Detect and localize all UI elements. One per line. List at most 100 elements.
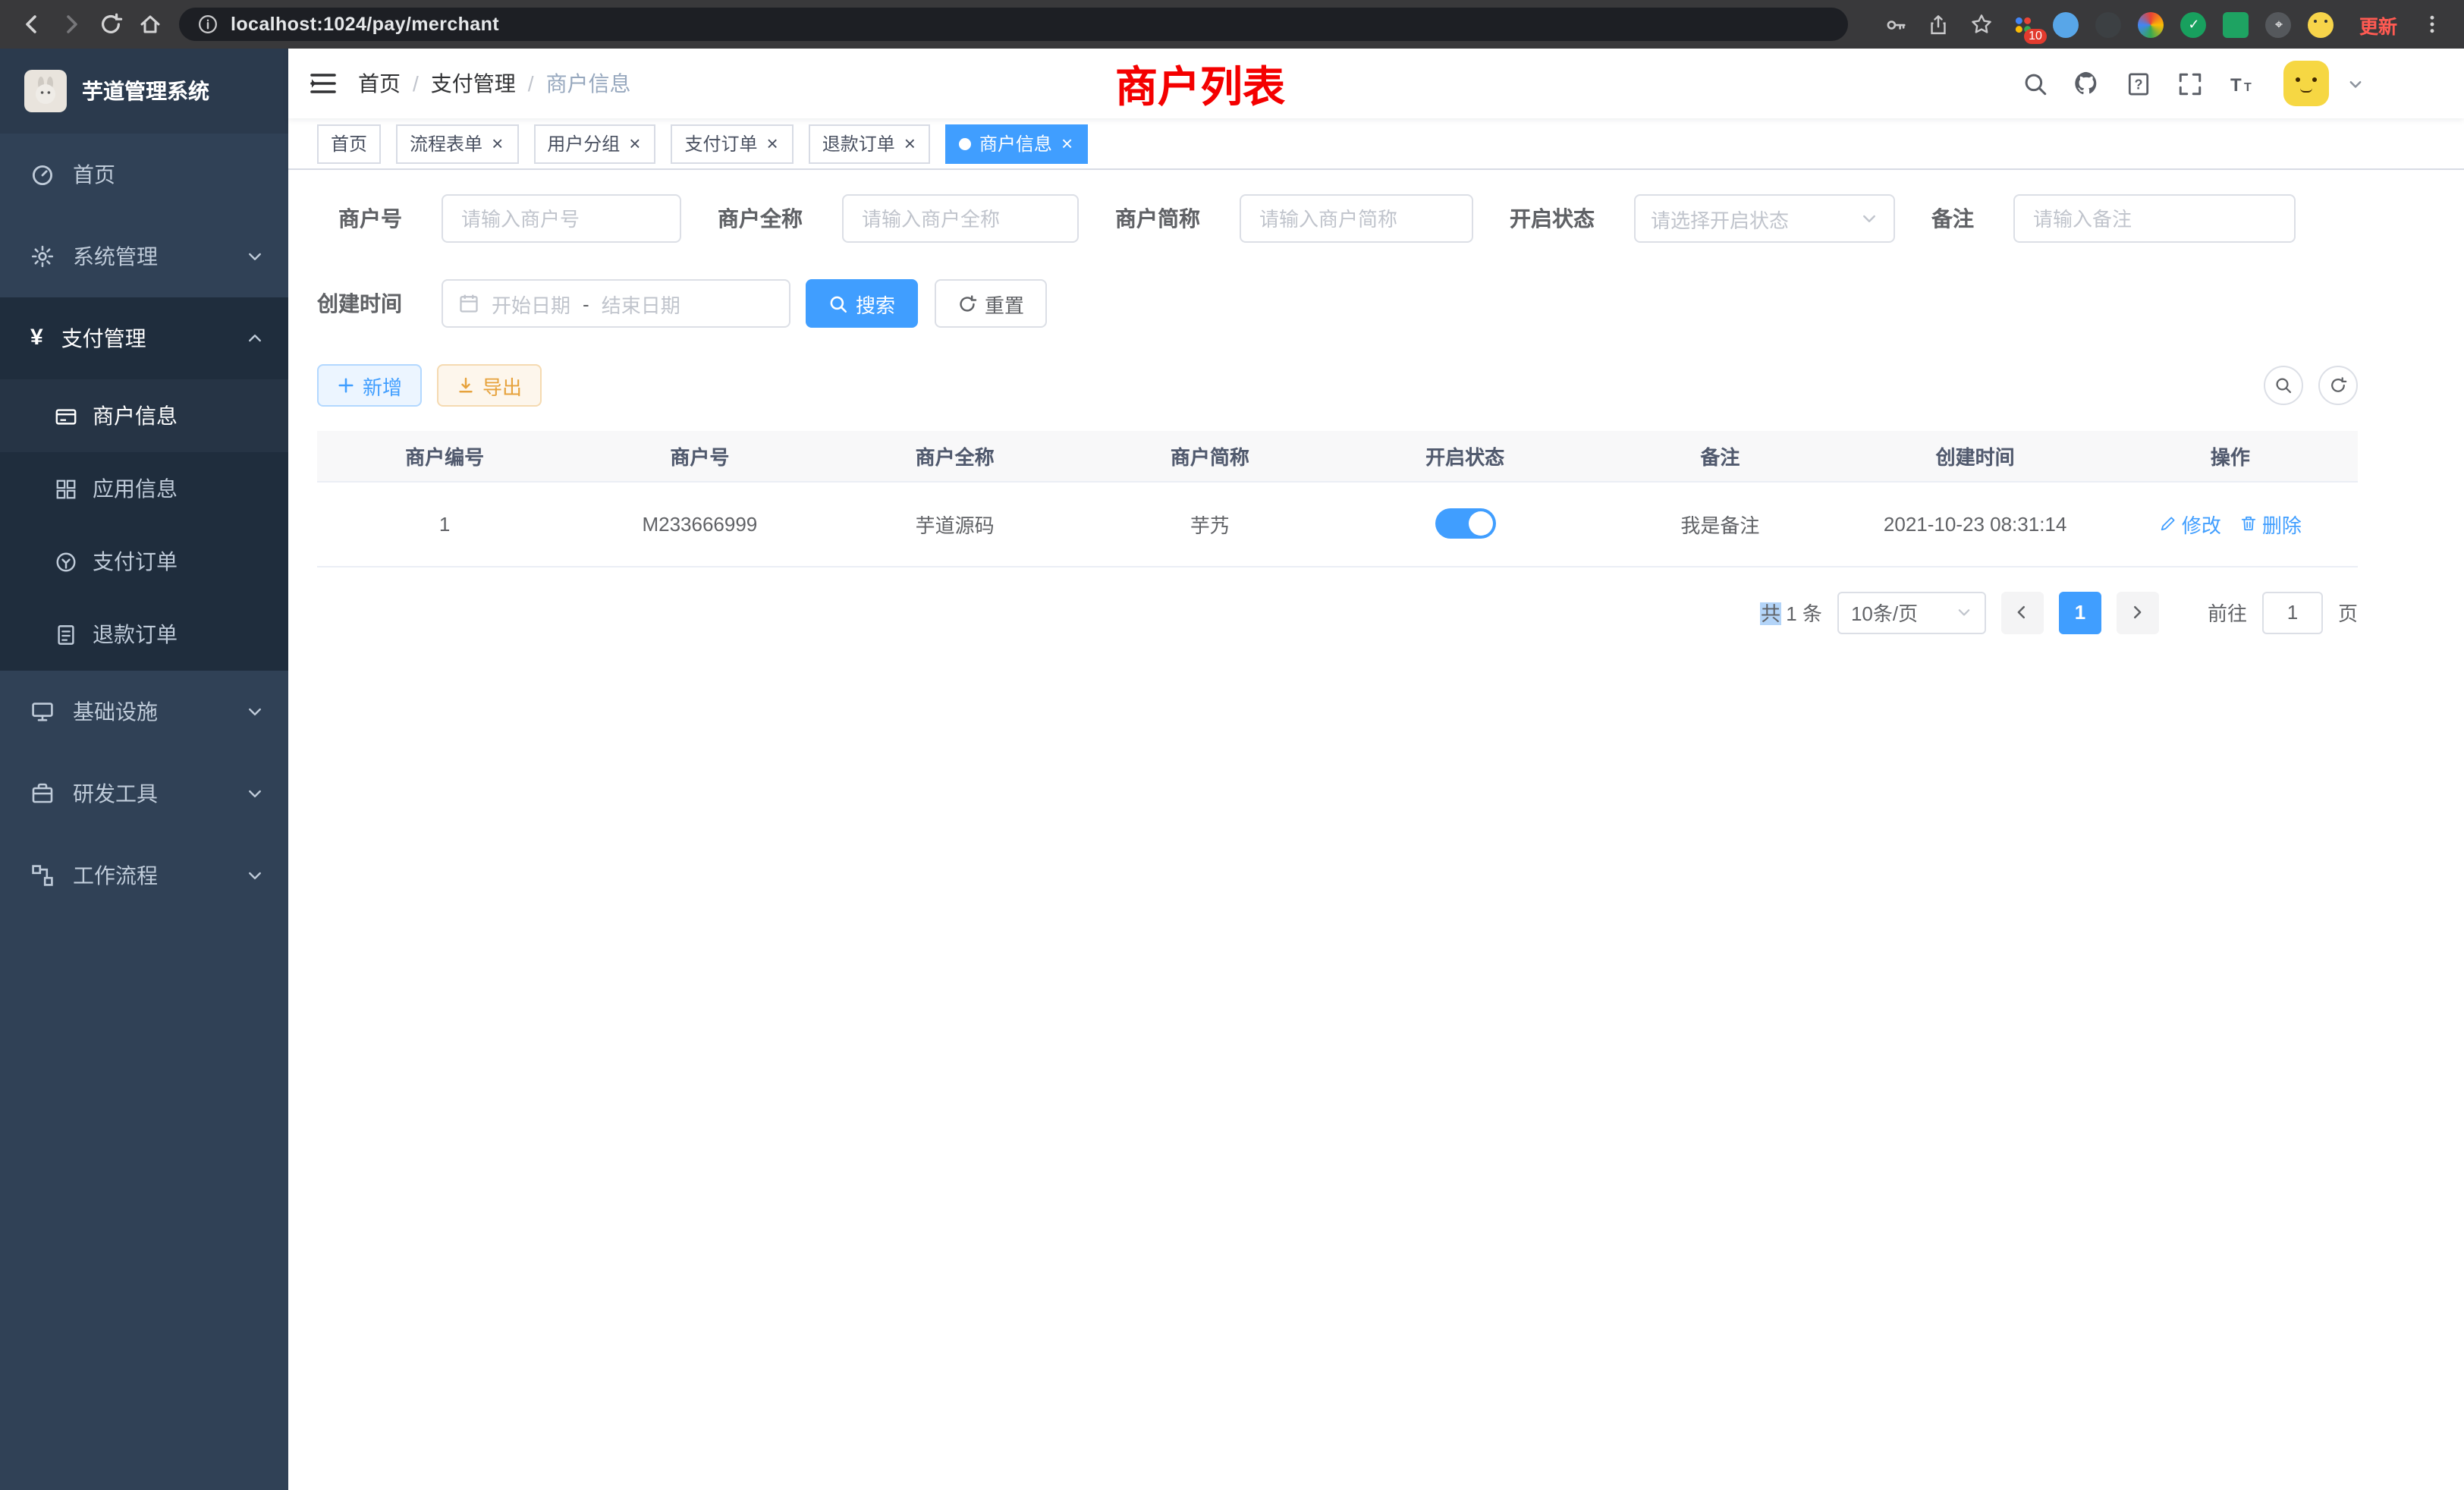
date-range-picker[interactable]: 开始日期 - 结束日期 (442, 279, 790, 328)
bookmark-star-icon[interactable] (1965, 8, 1998, 41)
extension-rainbow-icon[interactable] (2135, 8, 2168, 41)
address-bar[interactable]: localhost:1024/pay/merchant (179, 8, 1848, 41)
cell-remark: 我是备注 (1592, 481, 1847, 566)
sidebar-item-infra[interactable]: 基础设施 (0, 671, 288, 753)
tab-merchant-info[interactable]: 商户信息× (946, 124, 1088, 163)
search-button[interactable]: 搜索 (806, 279, 918, 328)
extension-green-circle-icon[interactable]: ✓ (2177, 8, 2211, 41)
tab-pay-order[interactable]: 支付订单× (671, 124, 793, 163)
browser-toolbar: localhost:1024/pay/merchant 10 ✓ ⌖ 更新 (0, 0, 2464, 49)
reset-button[interactable]: 重置 (935, 279, 1047, 328)
full-name-input[interactable] (842, 194, 1079, 243)
page-size-select[interactable]: 10条/页 (1837, 591, 1986, 633)
browser-home-button[interactable] (130, 5, 170, 44)
status-toggle[interactable] (1435, 508, 1495, 539)
delete-button[interactable]: 删除 (2239, 509, 2302, 538)
browser-forward-button[interactable] (52, 5, 91, 44)
order-icon (55, 550, 77, 573)
prev-page-button[interactable] (2001, 591, 2044, 633)
total-count: 1 条 (1780, 602, 1822, 625)
extension-colordots-icon[interactable]: 10 (2007, 8, 2041, 41)
browser-update-button[interactable]: 更新 (2359, 10, 2397, 39)
next-page-button[interactable] (2117, 591, 2159, 633)
status-select[interactable]: 请选择开启状态 (1634, 194, 1895, 243)
remark-input[interactable] (2013, 194, 2296, 243)
tab-user-group[interactable]: 用户分组× (533, 124, 655, 163)
close-icon[interactable]: × (490, 134, 504, 153)
sidebar-item-payment[interactable]: ¥ 支付管理 (0, 297, 288, 379)
browser-menu-icon[interactable] (2412, 5, 2452, 44)
refresh-table-button[interactable] (2318, 366, 2358, 405)
tab-label: 首页 (331, 130, 367, 156)
chevron-down-icon (246, 784, 264, 803)
extension-dark-icon[interactable] (2092, 8, 2126, 41)
button-label: 重置 (985, 289, 1024, 318)
sidebar-item-app-info[interactable]: 应用信息 (0, 452, 288, 525)
chevron-down-icon (246, 866, 264, 885)
refresh-icon (957, 294, 977, 313)
browser-back-button[interactable] (12, 5, 52, 44)
sidebar-item-label: 支付订单 (93, 546, 178, 577)
user-avatar[interactable] (2283, 61, 2329, 106)
share-icon[interactable] (1922, 8, 1956, 41)
page-number-1[interactable]: 1 (2059, 591, 2101, 633)
sidebar-item-home[interactable]: 首页 (0, 134, 288, 215)
close-icon[interactable]: × (903, 134, 917, 153)
short-name-input[interactable] (1240, 194, 1473, 243)
merchant-no-input[interactable] (442, 194, 681, 243)
sidebar-item-devtools[interactable]: 研发工具 (0, 753, 288, 835)
hamburger-icon[interactable] (288, 49, 358, 118)
tab-process-form[interactable]: 流程表单 × (396, 124, 518, 163)
svg-text:T: T (2230, 74, 2242, 95)
sidebar-item-pay-order[interactable]: 支付订单 (0, 525, 288, 598)
toggle-search-button[interactable] (2264, 366, 2303, 405)
breadcrumb-home[interactable]: 首页 (358, 68, 401, 99)
extension-smiley-icon[interactable] (2305, 8, 2338, 41)
sidebar-item-system[interactable]: 系统管理 (0, 215, 288, 297)
avatar-caret-icon[interactable] (2347, 75, 2364, 92)
tab-refund-order[interactable]: 退款订单× (809, 124, 931, 163)
export-button[interactable]: 导出 (437, 364, 542, 407)
goto-page-input[interactable] (2262, 591, 2323, 633)
extension-green-square-icon[interactable] (2220, 8, 2253, 41)
app-logo[interactable]: 芋道管理系统 (0, 49, 288, 134)
sidebar-item-merchant-info[interactable]: 商户信息 (0, 379, 288, 452)
field-label: 创建时间 (317, 288, 402, 319)
plus-icon (337, 376, 355, 395)
help-icon[interactable]: ? (2120, 65, 2156, 102)
field-label: 商户简称 (1115, 203, 1200, 234)
fullscreen-icon[interactable] (2171, 65, 2208, 102)
edit-button[interactable]: 修改 (2159, 509, 2221, 538)
breadcrumb-payment[interactable]: 支付管理 (431, 68, 516, 99)
table-right-tools (2264, 366, 2358, 405)
sidebar-item-label: 基础设施 (73, 696, 158, 727)
url-text: localhost:1024/pay/merchant (231, 14, 499, 35)
date-separator: - (583, 292, 589, 315)
col-merchant-id: 商户编号 (317, 431, 572, 481)
font-size-icon[interactable]: TT (2223, 65, 2259, 102)
cell-short-name: 芋艿 (1083, 481, 1337, 566)
breadcrumb-separator: / (528, 71, 534, 96)
screen: localhost:1024/pay/merchant 10 ✓ ⌖ 更新 (0, 0, 2464, 1490)
close-icon[interactable]: × (765, 134, 780, 153)
close-icon[interactable]: × (627, 134, 642, 153)
search-icon[interactable] (2016, 65, 2053, 102)
close-icon[interactable]: × (1060, 134, 1074, 153)
github-icon[interactable] (2068, 65, 2104, 102)
page-info-icon[interactable] (197, 14, 218, 35)
extension-badge: 10 (2024, 29, 2047, 44)
table-toolbar: 新增 导出 (317, 364, 2358, 407)
sidebar-item-workflow[interactable]: 工作流程 (0, 835, 288, 916)
password-key-icon[interactable] (1880, 8, 1913, 41)
end-date-placeholder: 结束日期 (602, 289, 680, 318)
chevron-right-icon (2129, 604, 2146, 621)
tab-label: 流程表单 (410, 130, 482, 156)
add-button[interactable]: 新增 (317, 364, 422, 407)
extension-pin-icon[interactable]: ⌖ (2262, 8, 2296, 41)
sidebar-item-refund-order[interactable]: 退款订单 (0, 598, 288, 671)
extension-drop-icon[interactable] (2050, 8, 2083, 41)
browser-refresh-button[interactable] (91, 5, 130, 44)
tab-home[interactable]: 首页 (317, 124, 381, 163)
filter-row-1: 商户号 商户全称 商户简称 开启状态 请选择开启状态 (317, 194, 2358, 243)
search-icon (2274, 376, 2293, 395)
